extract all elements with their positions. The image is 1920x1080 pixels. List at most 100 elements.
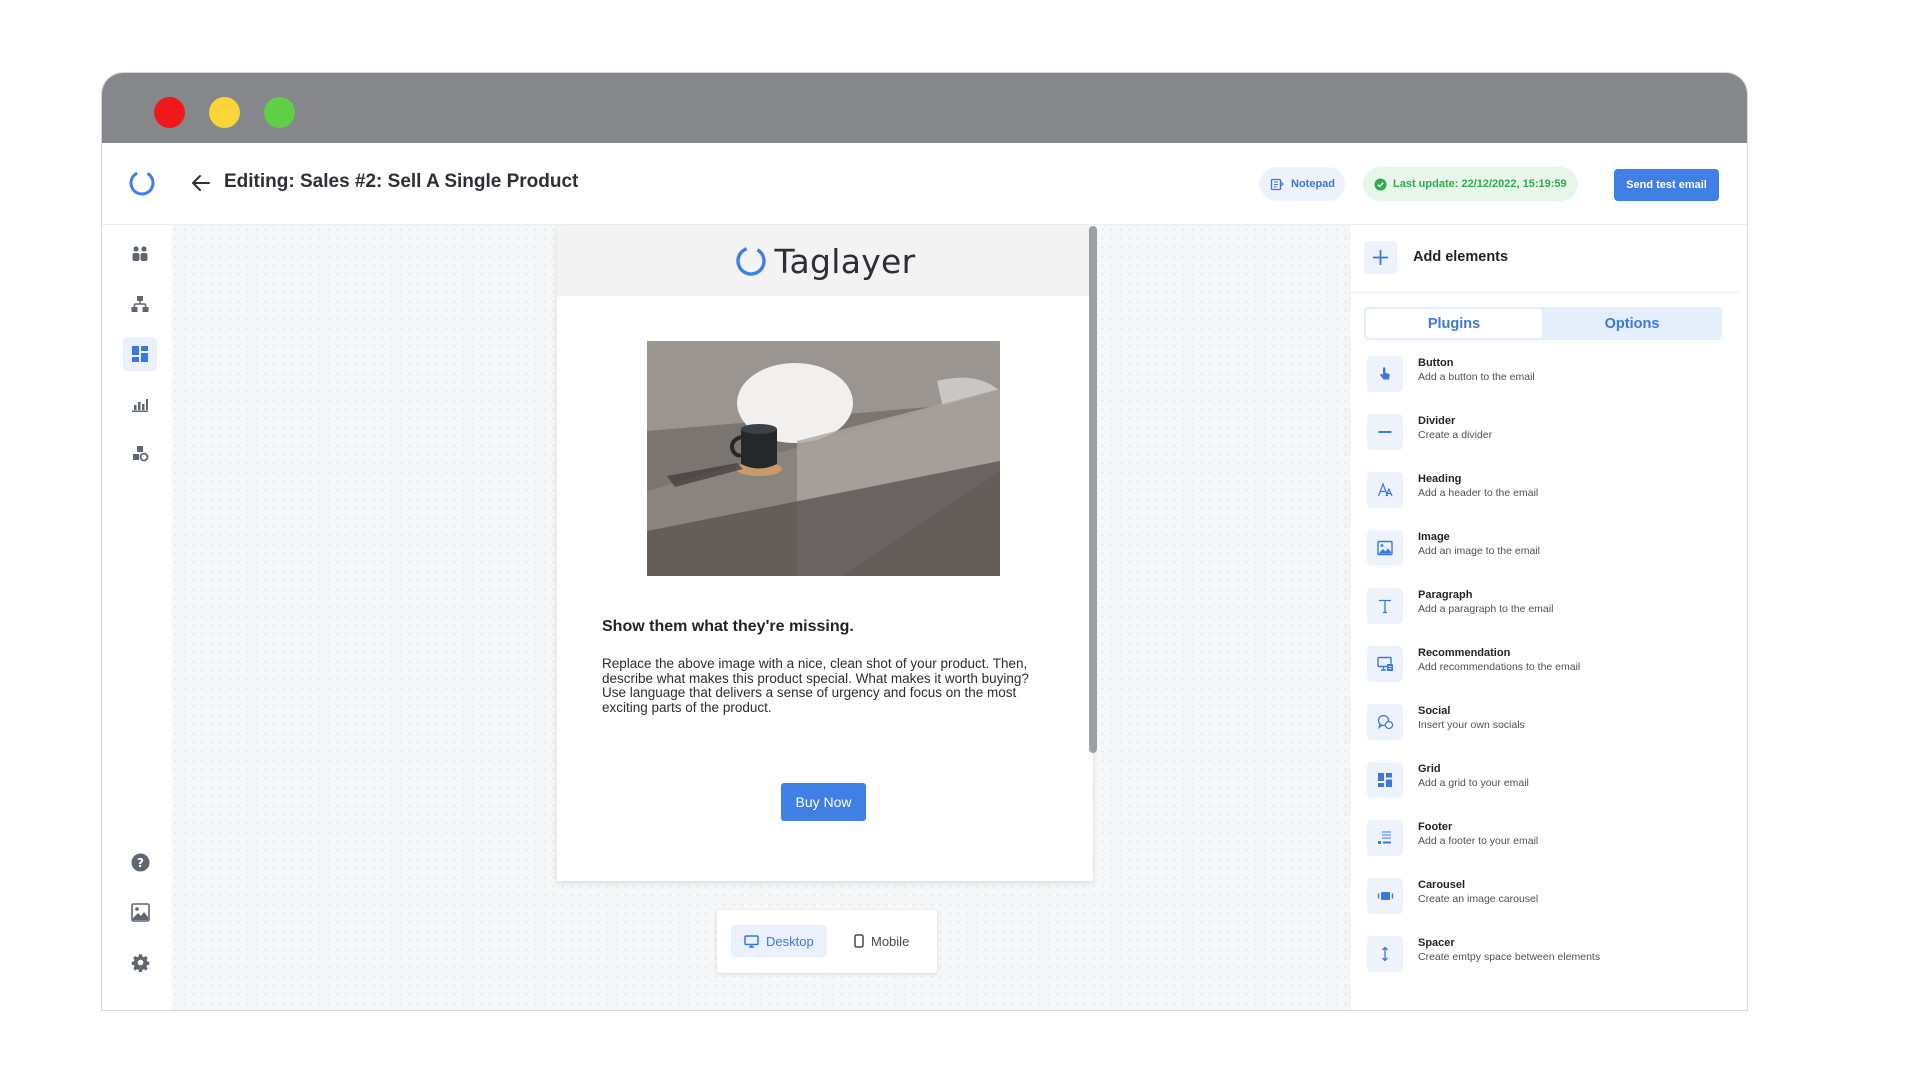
grid-icon (1367, 762, 1403, 798)
footer-icon (1367, 820, 1403, 856)
help-icon: ? (131, 853, 149, 871)
last-update-text: Last update: 22/12/2022, 15:19:59 (1393, 178, 1567, 190)
plus-icon (1373, 250, 1388, 265)
plugin-description: Add a header to the email (1418, 487, 1539, 499)
contact-card-icon (131, 1009, 149, 1010)
tab-options[interactable]: Options (1544, 309, 1720, 338)
email-header[interactable]: Taglayer (557, 226, 1093, 296)
dashboard-grid-icon (132, 346, 148, 362)
mobile-view-label: Mobile (871, 933, 910, 949)
back-arrow-icon[interactable] (190, 172, 212, 194)
plugin-name: Paragraph (1418, 589, 1473, 601)
notepad-button[interactable]: Notepad (1260, 167, 1345, 201)
cubes-icon (133, 446, 149, 462)
sidebar-item-analytics[interactable] (123, 387, 157, 421)
page-title: Editing: Sales #2: Sell A Single Product (224, 171, 579, 192)
plugin-name: Social (1418, 705, 1451, 717)
plugin-description: Add an image to the email (1418, 545, 1540, 557)
add-element-button[interactable] (1364, 241, 1397, 274)
app-logo-icon[interactable] (128, 169, 156, 197)
plugin-name: Spacer (1418, 937, 1455, 949)
browser-window: Editing: Sales #2: Sell A Single Product… (101, 72, 1748, 1011)
coffee-mug-photo (647, 341, 1000, 576)
panel-tabs: Plugins Options (1364, 307, 1722, 340)
sidebar-item-settings[interactable] (123, 945, 157, 979)
mobile-view-button[interactable]: Mobile (841, 925, 922, 957)
plugin-carousel[interactable]: Carousel Create an image carousel (1367, 873, 1727, 923)
window-titlebar (102, 73, 1747, 143)
desktop-view-label: Desktop (766, 933, 814, 949)
plugin-description: Create a divider (1418, 429, 1493, 441)
tab-plugins[interactable]: Plugins (1366, 309, 1542, 338)
plugin-social[interactable]: Social Insert your own socials (1367, 699, 1727, 749)
notepad-icon (1270, 178, 1284, 191)
image-icon (1367, 530, 1403, 566)
plugin-name: Divider (1418, 415, 1456, 427)
add-elements-title: Add elements (1413, 249, 1509, 265)
plugin-description: Add a paragraph to the email (1418, 603, 1554, 615)
font-letter-icon (1367, 472, 1403, 508)
brand-name: Taglayer (774, 241, 916, 281)
divider-line-icon (1367, 414, 1403, 450)
plugin-spacer[interactable]: Spacer Create emtpy space between elemen… (1367, 931, 1727, 981)
sidebar-item-hierarchy[interactable] (123, 287, 157, 321)
plugin-image[interactable]: Image Add an image to the email (1367, 525, 1727, 575)
plugin-description: Add recommendations to the email (1418, 661, 1581, 673)
minimize-window-button[interactable] (209, 97, 240, 128)
pointer-hand-icon (1367, 356, 1403, 392)
image-gallery-icon (130, 902, 150, 922)
buy-now-button[interactable]: Buy Now (781, 783, 866, 821)
send-test-email-button[interactable]: Send test email (1614, 169, 1719, 201)
add-elements-header: Add elements (1350, 225, 1740, 293)
sidebar-item-dashboard[interactable] (123, 337, 157, 371)
plugin-footer[interactable]: Footer Add a footer to your email (1367, 815, 1727, 865)
hierarchy-icon (131, 296, 149, 312)
last-update-badge: Last update: 22/12/2022, 15:19:59 (1363, 167, 1578, 201)
sidebar-item-help[interactable]: ? (123, 845, 157, 879)
chat-bubbles-icon (1367, 704, 1403, 740)
product-image[interactable] (647, 341, 1000, 576)
plugin-description: Create emtpy space between elements (1418, 951, 1601, 963)
plugin-divider[interactable]: Divider Create a divider (1367, 409, 1727, 459)
plugin-name: Recommendation (1418, 647, 1511, 659)
plugin-grid[interactable]: Grid Add a grid to your email (1367, 757, 1727, 807)
email-paragraph[interactable]: Replace the above image with a nice, cle… (602, 656, 1042, 715)
check-circle-icon (1374, 178, 1387, 190)
plugin-name: Button (1418, 357, 1454, 369)
plugin-name: Heading (1418, 473, 1462, 485)
plugin-description: Add a button to the email (1418, 371, 1535, 383)
recommendation-icon (1367, 646, 1403, 682)
sidebar-item-integrations[interactable] (123, 437, 157, 471)
plugin-button[interactable]: Button Add a button to the email (1367, 351, 1727, 401)
text-t-icon (1367, 588, 1403, 624)
email-preview: Taglayer Show them what they're missing.… (557, 226, 1093, 881)
editor-canvas: Taglayer Show them what they're missing.… (171, 225, 1349, 1010)
sidebar-item-people[interactable] (123, 237, 157, 271)
plugin-name: Carousel (1418, 879, 1466, 891)
plugin-name: Image (1418, 531, 1450, 543)
view-toggle: Desktop Mobile (717, 910, 937, 973)
plugin-description: Add a footer to your email (1418, 835, 1539, 847)
close-window-button[interactable] (154, 97, 185, 128)
plugin-paragraph[interactable]: Paragraph Add a paragraph to the email (1367, 583, 1727, 633)
sidebar-item-media[interactable] (123, 895, 157, 929)
people-icon (132, 246, 148, 261)
email-heading[interactable]: Show them what they're missing. (602, 618, 854, 636)
monitor-icon (744, 934, 759, 948)
desktop-view-button[interactable]: Desktop (731, 925, 827, 957)
preview-scrollbar[interactable] (1089, 226, 1097, 753)
plugin-description: Insert your own socials (1418, 719, 1525, 731)
plugin-heading[interactable]: Heading Add a header to the email (1367, 467, 1727, 517)
sidebar-item-account[interactable] (123, 1001, 157, 1010)
bar-chart-icon (132, 399, 148, 412)
plugin-name: Footer (1418, 821, 1453, 833)
plugin-recommendation[interactable]: Recommendation Add recommendations to th… (1367, 641, 1727, 691)
app-header: Editing: Sales #2: Sell A Single Product… (102, 143, 1747, 225)
carousel-icon (1367, 878, 1403, 914)
plugin-name: Grid (1418, 763, 1441, 775)
plugin-description: Create an image carousel (1418, 893, 1539, 905)
maximize-window-button[interactable] (264, 97, 295, 128)
gear-icon (131, 953, 149, 972)
svg-text:?: ? (137, 856, 144, 870)
plugin-description: Add a grid to your email (1418, 777, 1529, 789)
